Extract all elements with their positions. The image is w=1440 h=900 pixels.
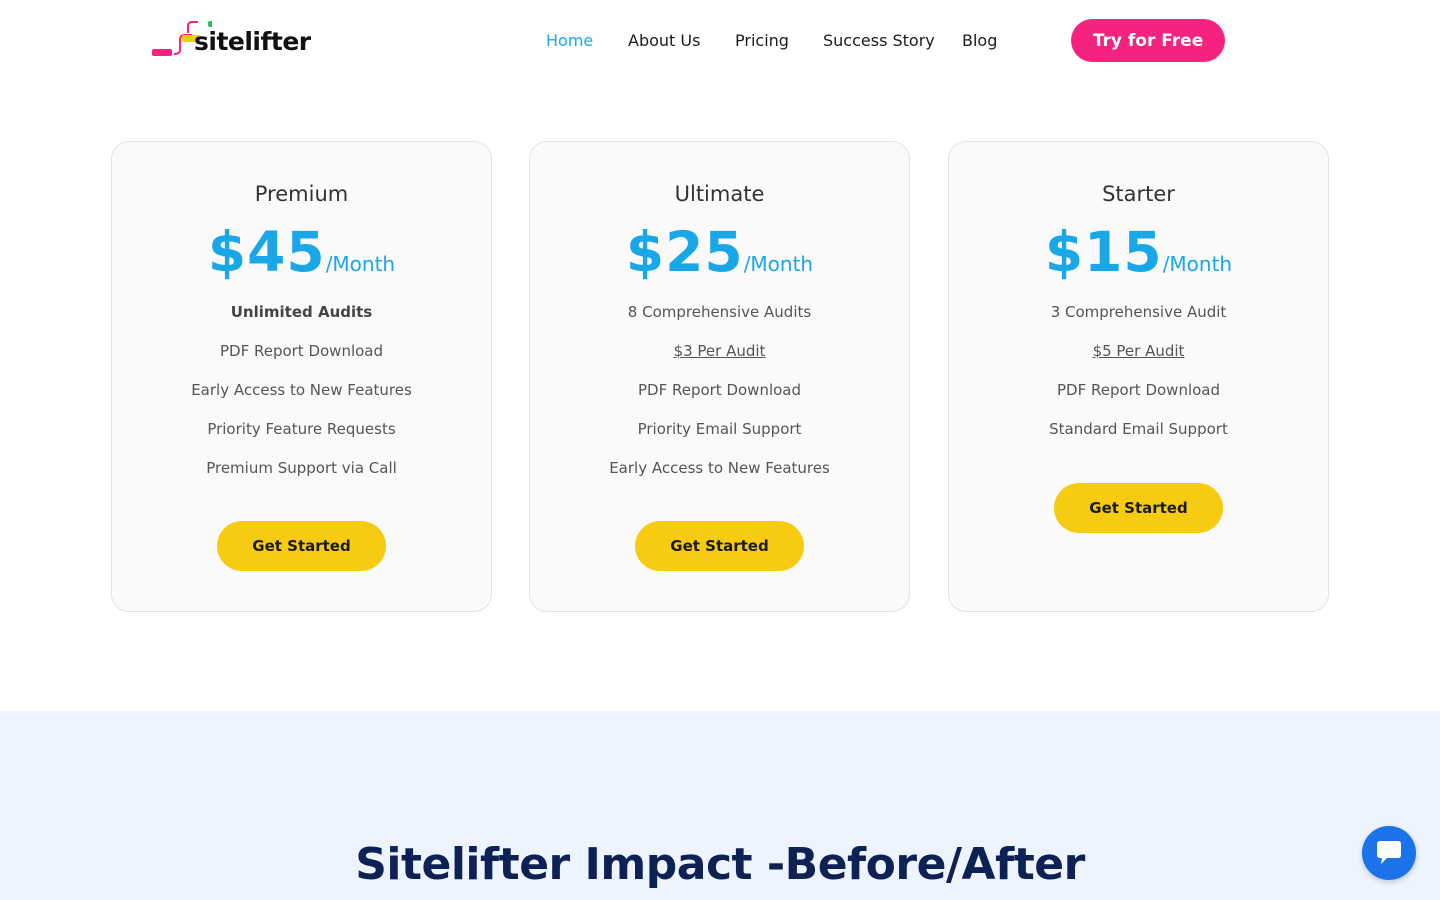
nav-pricing[interactable]: Pricing bbox=[735, 31, 789, 50]
price-amount: $25 bbox=[625, 220, 744, 284]
price-amount: $15 bbox=[1044, 220, 1163, 284]
try-for-free-button[interactable]: Try for Free bbox=[1071, 19, 1225, 62]
nav-blog[interactable]: Blog bbox=[962, 31, 997, 50]
feature-list: Unlimited Audits PDF Report Download Ear… bbox=[112, 301, 491, 496]
per-audit-text[interactable]: $3 Per Audit bbox=[674, 342, 766, 360]
impact-title: Sitelifter Impact -Before/After bbox=[355, 839, 1085, 890]
price-period: /Month bbox=[1162, 252, 1233, 276]
chat-bubble-icon bbox=[1377, 841, 1401, 864]
pricing-card-starter: Starter $15/Month 3 Comprehensive Audit … bbox=[948, 141, 1329, 612]
feature-item: Priority Feature Requests bbox=[207, 420, 396, 438]
plan-name: Starter bbox=[1102, 182, 1175, 206]
plan-price: $45/Month bbox=[112, 220, 491, 284]
per-audit-text[interactable]: $5 Per Audit bbox=[1093, 342, 1185, 360]
feature-item: Early Access to New Features bbox=[191, 381, 412, 399]
plan-name: Ultimate bbox=[674, 182, 765, 206]
plan-name: Premium bbox=[254, 182, 349, 206]
chat-widget-button[interactable] bbox=[1362, 826, 1416, 880]
feature-item: PDF Report Download bbox=[637, 381, 802, 399]
feature-item: PDF Report Download bbox=[219, 342, 384, 360]
plan-price: $25/Month bbox=[530, 220, 909, 284]
nav-home[interactable]: Home bbox=[546, 31, 593, 50]
nav-success-story[interactable]: Success Story bbox=[823, 31, 935, 50]
feature-item: PDF Report Download bbox=[1056, 381, 1221, 399]
get-started-button-starter[interactable]: Get Started bbox=[1054, 483, 1223, 533]
plan-price: $15/Month bbox=[949, 220, 1328, 284]
price-period: /Month bbox=[325, 252, 396, 276]
get-started-button-ultimate[interactable]: Get Started bbox=[635, 521, 804, 571]
page: sitelifter Home About Us Pricing Success… bbox=[0, 0, 1440, 900]
site-header: sitelifter Home About Us Pricing Success… bbox=[0, 0, 1440, 84]
feature-list: 8 Comprehensive Audits $3 Per Audit PDF … bbox=[530, 301, 909, 496]
pricing-card-premium: Premium $45/Month Unlimited Audits PDF R… bbox=[111, 141, 492, 612]
feature-item: 8 Comprehensive Audits bbox=[627, 303, 812, 321]
per-audit-link[interactable]: $5 Per Audit bbox=[949, 340, 1328, 379]
feature-item: Premium Support via Call bbox=[206, 459, 397, 477]
per-audit-link[interactable]: $3 Per Audit bbox=[530, 340, 909, 379]
feature-item: Standard Email Support bbox=[1049, 420, 1228, 438]
nav-about-us[interactable]: About Us bbox=[628, 31, 700, 50]
get-started-button-premium[interactable]: Get Started bbox=[217, 521, 386, 571]
price-amount: $45 bbox=[207, 220, 326, 284]
feature-item: Priority Email Support bbox=[637, 420, 802, 438]
feature-item: Early Access to New Features bbox=[609, 459, 830, 477]
feature-item: Unlimited Audits bbox=[230, 303, 373, 321]
feature-list: 3 Comprehensive Audit $5 Per Audit PDF R… bbox=[949, 301, 1328, 457]
feature-item: 3 Comprehensive Audit bbox=[1050, 303, 1227, 321]
impact-section: Sitelifter Impact -Before/After bbox=[0, 711, 1440, 900]
price-period: /Month bbox=[743, 252, 814, 276]
pricing-card-ultimate: Ultimate $25/Month 8 Comprehensive Audit… bbox=[529, 141, 910, 612]
